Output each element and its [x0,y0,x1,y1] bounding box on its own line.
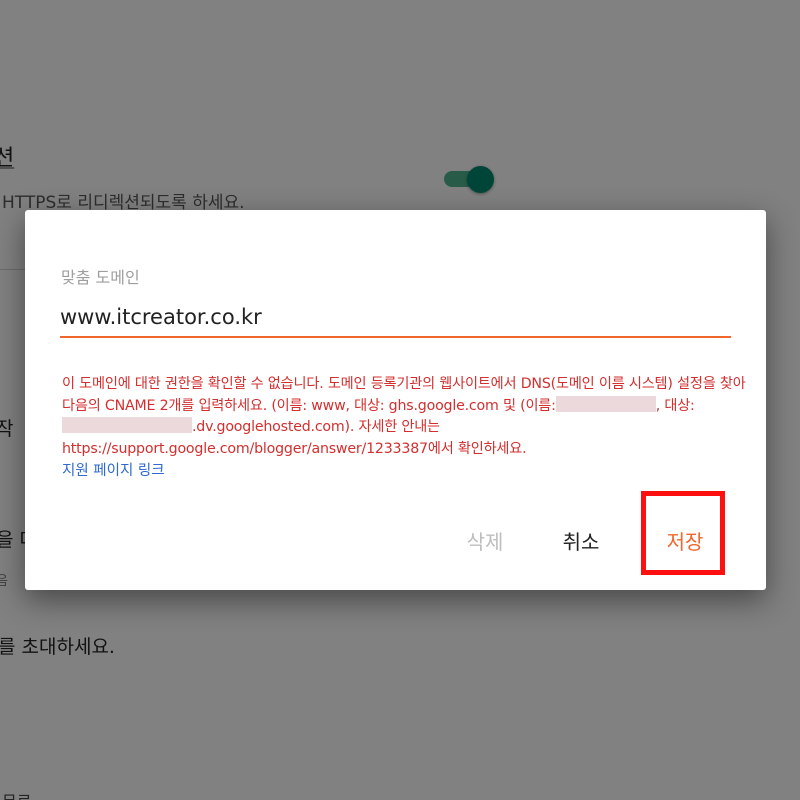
redacted-value [62,417,192,433]
delete-button[interactable]: 삭제 [455,522,515,558]
custom-domain-dialog: 맞춤 도메인 이 도메인에 대한 권한을 확인할 수 없습니다. 도메인 등록기… [25,210,766,590]
page: 션 HTTPS로 리디렉션되도록 하세요. 작 을 다 음 를 초대하세요. 무… [0,0,800,800]
custom-domain-label: 맞춤 도메인 [61,268,140,287]
cancel-button[interactable]: 취소 [551,522,611,558]
error-text-part: , 대상: [655,397,695,414]
domain-error-message: 이 도메인에 대한 권한을 확인할 수 없습니다. 도메인 등록기관의 웹사이트… [62,374,752,460]
redacted-value [555,395,656,412]
support-page-link[interactable]: 지원 페이지 링크 [62,459,165,480]
custom-domain-input[interactable] [60,298,731,338]
save-button[interactable]: 저장 [655,522,715,558]
